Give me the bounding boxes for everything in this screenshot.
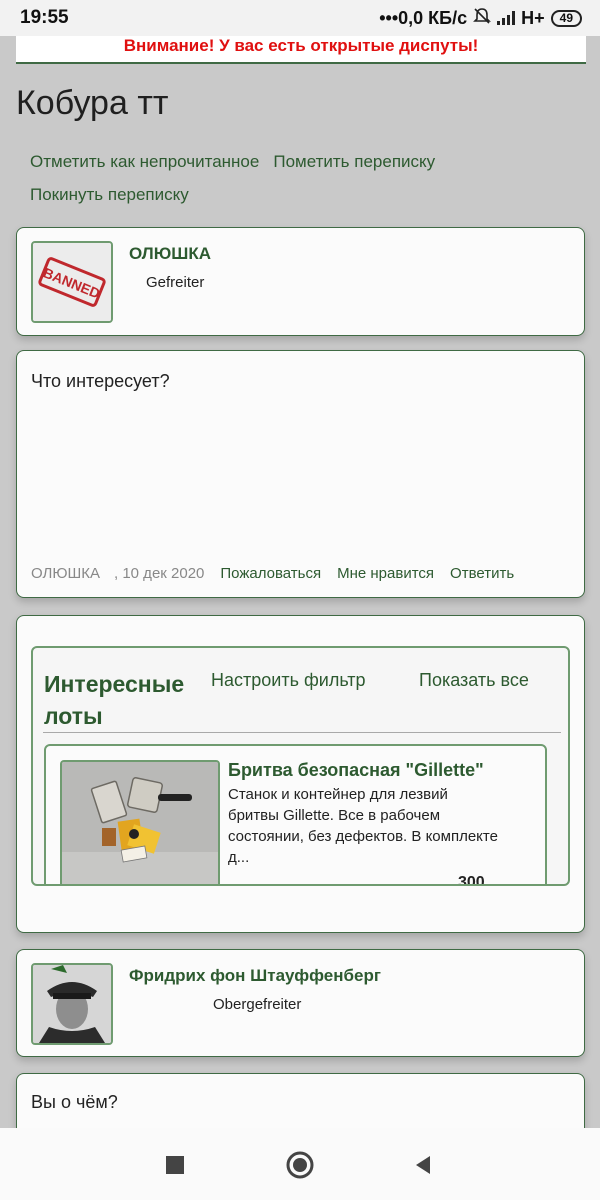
mark-unread-link[interactable]: Отметить как непрочитанное [30,152,259,171]
author-card: BANNED ОЛЮШКА Gefreiter [16,227,585,336]
recent-apps-icon[interactable] [160,1150,190,1180]
banned-stamp-icon: BANNED [33,243,111,321]
configure-filter-link[interactable]: Настроить фильтр [211,670,366,691]
message-date: , 10 дек 2020 [114,565,205,582]
net-speed: •••0,0 КБ/с [379,7,468,28]
officer-portrait-icon [33,965,111,1043]
battery-icon: 49 [550,9,582,27]
status-icons: •••0,0 КБ/с H+ 49 [379,7,582,30]
status-bar: 19:55 •••0,0 КБ/с H+ 49 [0,0,600,36]
lot-price: 300 [458,874,485,886]
mute-bell-icon [473,7,492,30]
razor-photo-icon [62,762,218,884]
author-rank: Gefreiter [146,274,205,291]
mark-conversation-link[interactable]: Пометить переписку [273,152,435,171]
message-text: Что интересует? [31,371,170,391]
home-icon[interactable] [285,1150,315,1180]
author-name-2[interactable]: Фридрих фон Штауффенберг [129,966,381,986]
leave-conversation-link[interactable]: Покинуть переписку [30,185,189,204]
author-card-2: Фридрих фон Штауффенберг Obergefreiter [16,949,585,1057]
network-type: H+ [521,7,545,28]
lot-item[interactable]: Бритва безопасная "Gillette" Станок и ко… [44,744,547,886]
message-author[interactable]: ОЛЮШКА [31,565,100,582]
lots-card: Интересные лоты Настроить фильтр Показат… [16,615,585,933]
dispute-alert[interactable]: Внимание! У вас есть открытые диспуты! [16,36,586,64]
status-time: 19:55 [20,7,69,28]
show-all-link[interactable]: Показать все [419,670,529,691]
message-meta: ОЛЮШКА , 10 дек 2020 Пожаловаться Мне нр… [31,565,576,582]
lots-divider [43,732,561,733]
page-title: Кобура тт [16,84,169,122]
lot-title[interactable]: Бритва безопасная "Gillette" [228,760,484,781]
signal-icon [497,11,516,25]
lots-title: Интересные лоты [44,671,185,729]
back-icon[interactable] [408,1150,438,1180]
lot-description: Станок и контейнер для лезвий бритвы Gil… [228,786,498,866]
like-link[interactable]: Мне нравится [337,565,434,582]
reply-link[interactable]: Ответить [450,565,514,582]
system-nav-bar [0,1128,600,1200]
author-name[interactable]: ОЛЮШКА [129,244,211,264]
lot-image[interactable] [60,760,220,884]
avatar-2[interactable] [31,963,113,1045]
lots-widget: Интересные лоты Настроить фильтр Показат… [31,646,570,886]
author-rank-2: Obergefreiter [213,996,302,1013]
reply-placeholder: Вы о чём? [31,1092,118,1112]
conversation-actions: Отметить как непрочитанное Пометить переп… [30,145,570,211]
avatar[interactable]: BANNED [31,241,113,323]
dispute-alert-text: Внимание! У вас есть открытые диспуты! [123,36,479,55]
report-link[interactable]: Пожаловаться [220,565,321,582]
message-card: Что интересует? ОЛЮШКА , 10 дек 2020 Пож… [16,350,585,598]
